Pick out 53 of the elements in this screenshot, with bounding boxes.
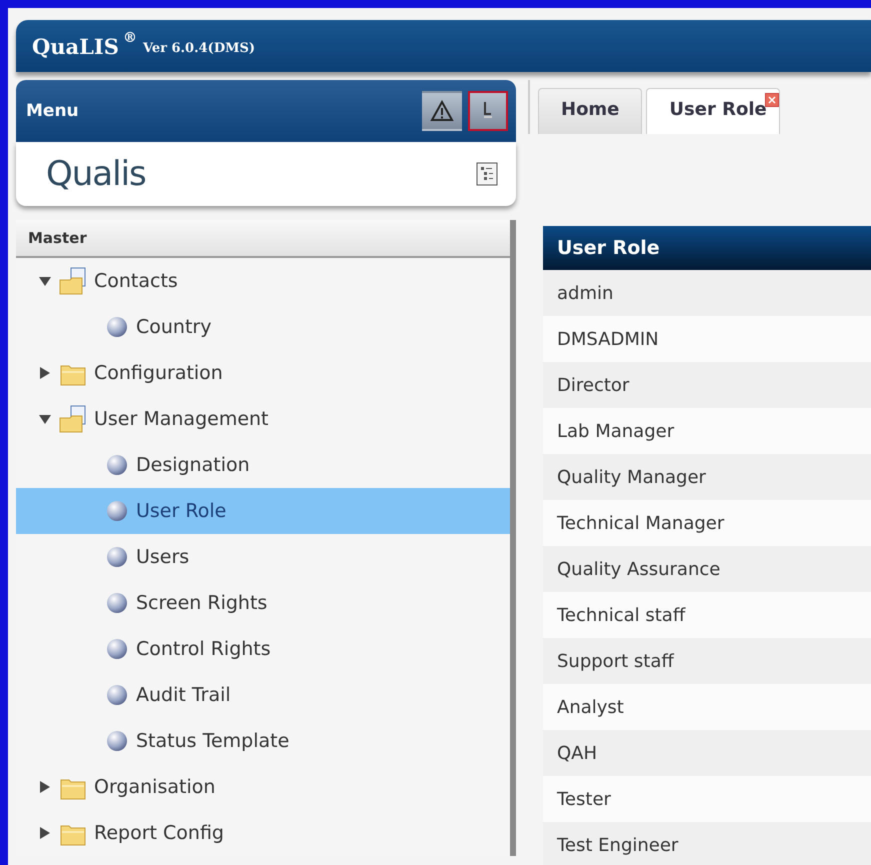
tree-item[interactable]: Screen Rights (16, 580, 510, 626)
sphere-icon (104, 452, 130, 478)
warning-button[interactable] (422, 91, 462, 131)
tree-list-icon[interactable] (476, 162, 498, 186)
close-icon[interactable] (764, 93, 779, 107)
caret-icon[interactable] (38, 274, 52, 288)
sphere-icon (104, 728, 130, 754)
table-cell-text: Quality Assurance (556, 558, 720, 580)
tab[interactable]: User Role (646, 88, 780, 134)
sphere-icon (104, 590, 130, 616)
sphere-icon (104, 636, 130, 662)
tree-item[interactable]: Audit Trail (16, 672, 510, 718)
caret-icon[interactable] (38, 826, 52, 840)
tab[interactable]: Home (538, 88, 642, 134)
sphere-icon (104, 682, 130, 708)
sphere-icon (104, 314, 130, 340)
tree-item[interactable]: Status Template (16, 718, 510, 764)
caret-icon[interactable] (38, 366, 52, 380)
registered-mark: ® (122, 30, 137, 46)
tree-item[interactable]: Configuration (16, 350, 510, 396)
table-cell-text: Analyst (556, 696, 624, 718)
tree-item[interactable]: Organisation (16, 764, 510, 810)
table-cell-text: Technical staff (556, 604, 686, 626)
tree-item[interactable]: Country (16, 304, 510, 350)
tree-item[interactable]: Designation (16, 442, 510, 488)
table-cell-text: Support staff (556, 650, 674, 672)
tree-item[interactable]: Contacts (16, 258, 510, 304)
tree-item[interactable]: User Management (16, 396, 510, 442)
table-cell-text: Lab Manager (556, 420, 674, 442)
menu-title: Menu (26, 101, 79, 121)
tree-item[interactable]: User Role (16, 488, 510, 534)
caret-icon[interactable] (38, 412, 52, 426)
tree-item[interactable]: Report Config (16, 810, 510, 856)
table-cell-text: Test Engineer (556, 834, 678, 856)
table-cell-text: admin (556, 282, 614, 304)
table-cell-text: DMSADMIN (556, 328, 659, 350)
open-folder-icon (58, 404, 88, 434)
table-cell-text: QAH (556, 742, 598, 764)
app-title: QuaLIS (32, 34, 119, 58)
tree-item[interactable]: Control Rights (16, 626, 510, 672)
tree-item[interactable]: Users (16, 534, 510, 580)
column-header[interactable]: User Role (543, 237, 660, 259)
sphere-icon (104, 544, 130, 570)
open-folder-icon (58, 266, 88, 296)
warning-icon (430, 100, 454, 122)
sphere-icon (104, 498, 130, 524)
qualis-logo: Qualis (46, 154, 146, 194)
table-cell-text: Technical Manager (556, 512, 724, 534)
caret-icon[interactable] (38, 780, 52, 794)
app-version: Ver 6.0.4(DMS) (142, 40, 256, 56)
table-cell-text: Quality Manager (556, 466, 706, 488)
table-cell-text: Director (556, 374, 630, 396)
table-cell-text: Tester (556, 788, 611, 810)
